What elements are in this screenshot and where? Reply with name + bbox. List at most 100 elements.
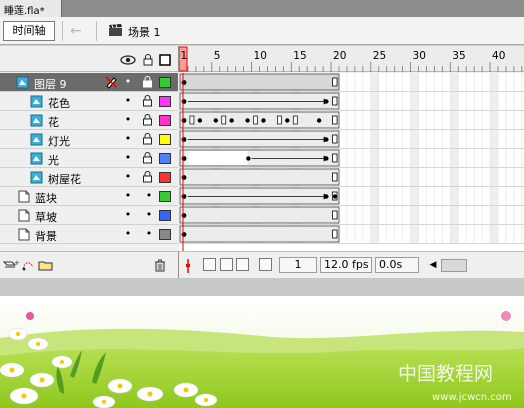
layer-row[interactable]: 树屋花 •	[0, 168, 178, 187]
movieclip-layer-icon	[30, 95, 43, 108]
lock-icon[interactable]	[142, 95, 153, 107]
watermark-text: 中国教程网	[398, 363, 493, 385]
movieclip-layer-icon	[30, 133, 43, 146]
layer-row[interactable]: 花色 •	[0, 92, 178, 111]
onion-skin-button[interactable]	[220, 258, 233, 271]
visibility-toggle[interactable]: •	[124, 133, 132, 145]
visibility-toggle[interactable]: •	[124, 209, 132, 221]
divider	[62, 21, 63, 41]
visibility-toggle[interactable]: •	[124, 95, 132, 107]
timeline-status-bar: 1 12.0 fps 0.0s ◀	[178, 251, 524, 278]
frame-span	[179, 130, 340, 148]
layer-name: 灯光	[48, 135, 70, 148]
document-tab-bar: 睡莲.fla*	[0, 0, 524, 17]
edit-multiple-frames-button[interactable]	[259, 258, 272, 271]
lock-icon[interactable]	[142, 133, 153, 145]
keyframe	[181, 156, 187, 161]
layer-color-swatch[interactable]	[159, 96, 171, 107]
lock-icon[interactable]	[142, 171, 153, 183]
layer-color-swatch[interactable]	[159, 115, 171, 126]
document-tab[interactable]: 睡莲.fla*	[0, 0, 62, 17]
layer-row[interactable]: 背景 • •	[0, 225, 178, 244]
back-arrow-icon[interactable]: ←	[70, 22, 86, 40]
edit-bar: 时间轴 ← 场景 1	[0, 17, 524, 45]
layer-row[interactable]: 光 •	[0, 149, 178, 168]
ruler-label: 20	[333, 50, 346, 62]
svg-text:+: +	[14, 259, 19, 267]
layer-row[interactable]: 图层 9 •	[0, 73, 178, 92]
lock-toggle[interactable]: •	[145, 228, 153, 240]
lock-icon[interactable]	[142, 76, 153, 88]
end-frame	[332, 210, 338, 220]
visibility-toggle[interactable]: •	[124, 190, 132, 202]
center-frame-button[interactable]	[203, 258, 216, 271]
scroll-left-button[interactable]: ◀	[427, 259, 439, 272]
layer-color-swatch[interactable]	[159, 77, 171, 88]
horizontal-scrollbar-thumb[interactable]	[441, 259, 467, 272]
ruler-label: 5	[214, 50, 221, 62]
frame-span	[179, 92, 340, 110]
layer-color-swatch[interactable]	[159, 134, 171, 145]
frame-span	[179, 73, 340, 91]
ruler-label: 35	[452, 50, 465, 62]
layer-color-swatch[interactable]	[159, 229, 171, 240]
ruler-label: 40	[492, 50, 505, 62]
movieclip-layer-icon	[30, 114, 43, 127]
layer-color-swatch[interactable]	[159, 172, 171, 183]
eye-icon[interactable]	[120, 54, 136, 66]
end-frame	[332, 134, 338, 144]
layer-name: 光	[48, 154, 59, 167]
visibility-toggle[interactable]: •	[124, 114, 132, 126]
visibility-toggle[interactable]: •	[124, 228, 132, 240]
keyframe	[181, 80, 187, 85]
insert-layer-icon[interactable]: +	[3, 259, 19, 272]
keyframe	[181, 99, 187, 104]
scene-label[interactable]: 场景 1	[128, 24, 161, 40]
visibility-toggle[interactable]: •	[124, 171, 132, 183]
frames-grid[interactable]	[179, 73, 524, 251]
layer-color-swatch[interactable]	[159, 210, 171, 221]
frame-span	[179, 111, 340, 129]
layer-color-swatch[interactable]	[159, 153, 171, 164]
visibility-toggle[interactable]: •	[124, 152, 132, 164]
keyframe	[181, 213, 187, 218]
onion-skin-outlines-button[interactable]	[236, 258, 249, 271]
timeline-panel: 15101520253035401 图层 9•花色•花•灯光•光•树屋花•蓝块•…	[0, 46, 524, 278]
lock-icon[interactable]	[142, 54, 154, 66]
lock-icon[interactable]	[142, 114, 153, 126]
end-frame	[332, 115, 338, 125]
layer-row[interactable]: 灯光 •	[0, 130, 178, 149]
layer-row[interactable]: 花 •	[0, 111, 178, 130]
frame-span	[179, 187, 340, 205]
stage-scene: 中国教程网 www.jcwcn.com	[0, 296, 524, 408]
lock-toggle[interactable]: •	[145, 190, 153, 202]
frame-ruler[interactable]: 15101520253035401	[178, 46, 524, 72]
visibility-toggle[interactable]: •	[124, 76, 132, 88]
movieclip-layer-icon	[16, 76, 29, 89]
stage-area[interactable]: 中国教程网 www.jcwcn.com	[0, 278, 524, 408]
add-guide-icon[interactable]	[21, 259, 35, 272]
playhead-marker-icon[interactable]	[184, 259, 192, 273]
frame-rate-field[interactable]: 12.0 fps	[320, 257, 372, 273]
layer-name: 花	[48, 116, 59, 129]
end-frame	[332, 96, 338, 106]
timeline-toggle-button[interactable]: 时间轴	[3, 21, 55, 41]
frames-grid-canvas	[179, 73, 524, 251]
playhead-frame-label: 1	[181, 50, 188, 62]
layer-row[interactable]: 草坡 • •	[0, 206, 178, 225]
outline-square-icon[interactable]	[159, 54, 171, 66]
lock-toggle[interactable]: •	[145, 209, 153, 221]
layer-color-swatch[interactable]	[159, 191, 171, 202]
trash-icon[interactable]	[154, 259, 166, 272]
insert-folder-icon[interactable]	[38, 258, 54, 272]
current-frame-field[interactable]: 1	[279, 257, 317, 273]
end-frame	[332, 77, 338, 87]
layer-name: 花色	[48, 97, 70, 110]
layer-page-icon	[18, 228, 30, 241]
layer-name: 树屋花	[48, 173, 81, 186]
lock-icon[interactable]	[142, 152, 153, 164]
layer-name: 蓝块	[35, 192, 57, 205]
layer-row[interactable]: 蓝块 • •	[0, 187, 178, 206]
keyframe	[181, 137, 187, 142]
elapsed-time-field[interactable]: 0.0s	[375, 257, 419, 273]
